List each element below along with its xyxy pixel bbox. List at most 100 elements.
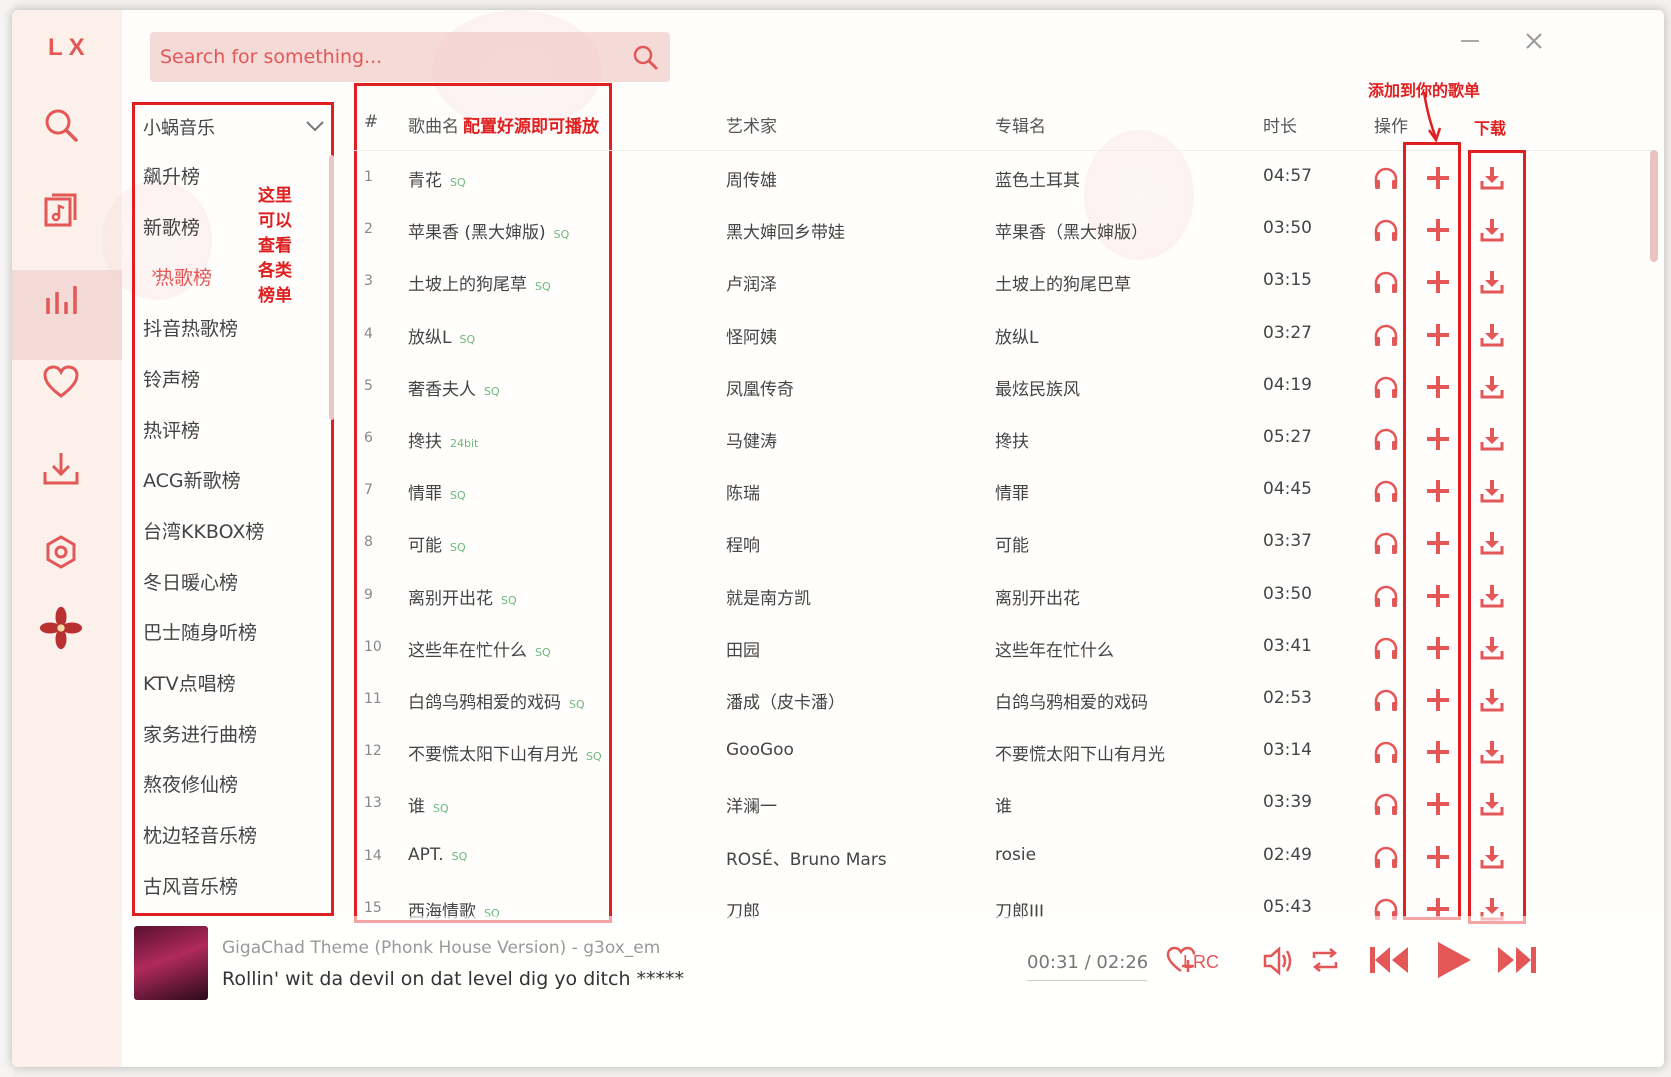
quality-badge: SQ bbox=[501, 593, 517, 607]
minimize-button[interactable] bbox=[1455, 26, 1485, 56]
quality-badge: SQ bbox=[586, 750, 602, 764]
close-button[interactable] bbox=[1519, 26, 1549, 56]
quality-badge: SQ bbox=[450, 176, 466, 189]
song-number: 2 bbox=[364, 221, 373, 238]
search-bar bbox=[150, 32, 670, 82]
app-logo: LX bbox=[48, 34, 91, 61]
listen-headphones-icon[interactable] bbox=[1372, 529, 1400, 557]
song-artist[interactable]: GooGoo bbox=[726, 740, 794, 760]
song-duration: 03:14 bbox=[1263, 740, 1312, 761]
song-album[interactable]: 可能 bbox=[995, 531, 1029, 556]
quality-badge: SQ bbox=[553, 228, 570, 242]
song-artist[interactable]: 马健涛 bbox=[726, 427, 777, 452]
song-artist[interactable]: 程响 bbox=[726, 531, 760, 556]
song-name: 不要慌太阳下山有月光 bbox=[408, 745, 578, 766]
header-artist[interactable]: 艺术家 bbox=[726, 112, 777, 137]
listen-headphones-icon[interactable] bbox=[1372, 634, 1400, 662]
album-cover[interactable] bbox=[134, 926, 208, 1000]
song-artist[interactable]: 就是南方凯 bbox=[726, 584, 811, 609]
listen-headphones-icon[interactable] bbox=[1372, 373, 1400, 401]
listen-headphones-icon[interactable] bbox=[1372, 686, 1400, 714]
sidebar: LX bbox=[12, 10, 122, 1067]
song-album[interactable]: 放纵L bbox=[995, 323, 1038, 348]
song-album[interactable]: 离别开出花 bbox=[995, 584, 1080, 609]
song-duration: 03:27 bbox=[1263, 322, 1312, 343]
song-duration: 03:37 bbox=[1263, 531, 1312, 552]
listen-headphones-icon[interactable] bbox=[1372, 843, 1400, 871]
listen-headphones-icon[interactable] bbox=[1372, 790, 1400, 818]
heart-icon[interactable] bbox=[39, 360, 83, 404]
download-icon[interactable] bbox=[39, 446, 83, 490]
source-select[interactable]: 小蜗音乐 bbox=[135, 105, 331, 149]
song-name: 可能 bbox=[408, 536, 442, 557]
song-album[interactable]: rosie bbox=[995, 845, 1036, 865]
quality-badge: SQ bbox=[450, 489, 466, 503]
listen-headphones-icon[interactable] bbox=[1372, 738, 1400, 766]
song-artist[interactable]: 田园 bbox=[726, 636, 760, 661]
song-name: 苹果香 (黑大婶版) bbox=[408, 223, 546, 244]
progress-bar[interactable] bbox=[1027, 980, 1147, 981]
song-name: 土坡上的狗尾草 bbox=[408, 275, 527, 296]
listen-headphones-icon[interactable] bbox=[1372, 216, 1400, 244]
quality-badge: SQ bbox=[433, 802, 449, 816]
song-album[interactable]: 不要慌太阳下山有月光 bbox=[995, 740, 1165, 765]
song-list-scrollbar[interactable] bbox=[1650, 150, 1658, 262]
quality-badge: SQ bbox=[459, 332, 476, 346]
song-album[interactable]: 情罪 bbox=[995, 479, 1029, 504]
song-album[interactable]: 这些年在忙什么 bbox=[995, 636, 1114, 661]
listen-headphones-icon[interactable] bbox=[1372, 321, 1400, 349]
listen-headphones-icon[interactable] bbox=[1372, 477, 1400, 505]
next-track-icon[interactable] bbox=[1496, 944, 1538, 976]
lyric-toggle-button[interactable]: LRC bbox=[1183, 952, 1219, 973]
listen-headphones-icon[interactable] bbox=[1372, 425, 1400, 453]
song-artist[interactable]: 卢润泽 bbox=[726, 270, 777, 295]
song-artist[interactable]: 黑大婶回乡带娃 bbox=[726, 218, 845, 243]
header-name[interactable]: 歌曲名 配置好源即可播放 bbox=[408, 112, 599, 137]
song-album[interactable]: 最炫民族风 bbox=[995, 375, 1080, 400]
download-column-highlight-box bbox=[1468, 150, 1526, 924]
song-number: 1 bbox=[364, 169, 373, 185]
previous-track-icon[interactable] bbox=[1368, 944, 1410, 976]
listen-headphones-icon[interactable] bbox=[1372, 268, 1400, 296]
player-song-title: GigaChad Theme (Phonk House Version) - g… bbox=[222, 938, 661, 958]
song-name: 离别开出花 bbox=[408, 588, 493, 609]
song-name: 白鸽乌鸦相爱的戏码 bbox=[408, 693, 561, 713]
song-album[interactable]: 苹果香（黑大婶版） bbox=[995, 218, 1148, 243]
song-duration: 04:19 bbox=[1263, 374, 1312, 395]
song-duration: 02:53 bbox=[1263, 688, 1312, 708]
song-album[interactable]: 土坡上的狗尾巴草 bbox=[995, 270, 1131, 295]
song-album[interactable]: 搀扶 bbox=[995, 427, 1029, 452]
song-artist[interactable]: 陈瑞 bbox=[726, 479, 760, 504]
repeat-icon[interactable] bbox=[1310, 946, 1340, 974]
song-album[interactable]: 蓝色土耳其 bbox=[995, 166, 1080, 191]
song-album[interactable]: 谁 bbox=[995, 792, 1012, 817]
song-artist[interactable]: 洋澜一 bbox=[726, 792, 777, 817]
song-number: 15 bbox=[364, 899, 382, 916]
search-button-icon[interactable] bbox=[632, 44, 658, 70]
leaderboard-icon[interactable] bbox=[39, 276, 83, 320]
player-lyric: Rollin' wit da devil on dat level dig yo… bbox=[222, 968, 685, 990]
settings-icon[interactable] bbox=[39, 530, 83, 574]
play-icon[interactable] bbox=[1435, 940, 1473, 980]
song-artist[interactable]: 怪阿姨 bbox=[726, 323, 777, 348]
song-artist[interactable]: 潘成（皮卡潘） bbox=[726, 688, 845, 713]
song-name: 放纵L bbox=[408, 327, 452, 348]
song-album[interactable]: 白鸽乌鸦相爱的戏码 bbox=[995, 688, 1148, 713]
header-duration[interactable]: 时长 bbox=[1263, 112, 1297, 137]
quality-badge: SQ bbox=[535, 645, 551, 659]
song-name: APT. bbox=[408, 844, 444, 865]
search-input[interactable] bbox=[160, 46, 620, 68]
song-list-icon[interactable] bbox=[39, 188, 83, 232]
song-artist[interactable]: 凤凰传奇 bbox=[726, 375, 794, 400]
header-album[interactable]: 专辑名 bbox=[995, 112, 1046, 137]
listen-headphones-icon[interactable] bbox=[1372, 582, 1400, 610]
quality-badge: SQ bbox=[451, 849, 468, 863]
song-artist[interactable]: 周传雄 bbox=[726, 166, 777, 191]
volume-icon[interactable] bbox=[1262, 946, 1294, 976]
song-number: 5 bbox=[364, 377, 373, 394]
listen-headphones-icon[interactable] bbox=[1372, 164, 1400, 192]
add-annotation: 添加到你的歌单 bbox=[1368, 81, 1481, 100]
search-icon[interactable] bbox=[39, 103, 83, 147]
song-name-cell: 搀扶 24bit bbox=[408, 427, 478, 452]
song-artist[interactable]: ROSÉ、Bruno Mars bbox=[726, 845, 887, 870]
